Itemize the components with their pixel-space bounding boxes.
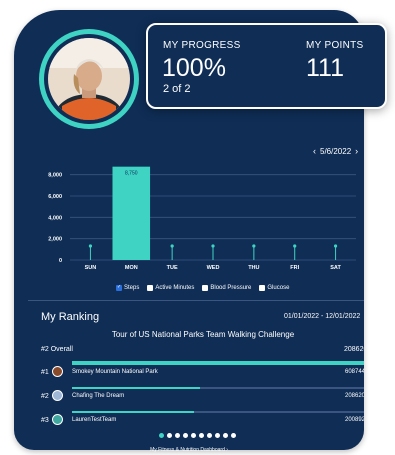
bar-point bbox=[333, 244, 338, 248]
y-tick-label: 8,000 bbox=[48, 173, 62, 179]
team-progress-track bbox=[72, 387, 364, 389]
progress-sub: 2 of 2 bbox=[163, 83, 191, 95]
legend-checkbox[interactable] bbox=[116, 284, 122, 291]
ranking-date-range: 01/01/2022 - 12/01/2022 bbox=[284, 313, 361, 320]
pager-dot[interactable] bbox=[223, 433, 228, 438]
bar-point bbox=[293, 244, 297, 248]
legend-checkbox[interactable] bbox=[202, 285, 209, 291]
next-date-button[interactable]: › bbox=[355, 146, 358, 156]
x-tick-label: SUN bbox=[85, 265, 97, 271]
user-photo-icon bbox=[48, 38, 130, 120]
date-navigator: ‹ 5/6/2022 › bbox=[313, 146, 358, 156]
y-tick-label: 2,000 bbox=[48, 237, 62, 243]
team-name: Chafing The Dream bbox=[72, 393, 125, 399]
team-avatar-icon bbox=[52, 366, 63, 377]
x-tick-label: WED bbox=[207, 265, 220, 271]
progress-value: 100% bbox=[162, 54, 226, 82]
team-rank: #2 bbox=[41, 393, 49, 400]
challenge-name[interactable]: Tour of US National Parks Team Walking C… bbox=[28, 330, 364, 339]
progress-label: MY PROGRESS bbox=[163, 40, 241, 51]
steps-bar-chart: 0 2,000 4,000 6,000 8,000 SUN 8,750 MON TUE WED TH… bbox=[48, 166, 356, 271]
team-value: 200892 bbox=[345, 417, 364, 423]
pager-dot[interactable] bbox=[183, 433, 188, 438]
points-label: MY POINTS bbox=[306, 40, 364, 51]
team-row[interactable]: #3 LaurenTestTeam 200892 bbox=[41, 411, 364, 430]
team-avatar-icon bbox=[52, 390, 63, 401]
team-rank: #3 bbox=[41, 417, 49, 424]
pager-dot[interactable] bbox=[191, 433, 196, 438]
divider bbox=[28, 300, 364, 301]
team-value: 208620 bbox=[345, 393, 364, 399]
team-name: Smokey Mountain National Park bbox=[72, 369, 158, 375]
pager-dot[interactable] bbox=[231, 433, 236, 438]
avatar-ring bbox=[39, 29, 139, 129]
legend-item[interactable]: Glucose bbox=[259, 285, 289, 291]
x-tick-label: TUE bbox=[167, 265, 178, 271]
team-row[interactable]: #2 Chafing The Dream 208620 bbox=[41, 387, 364, 406]
overall-value: 208620 bbox=[344, 346, 364, 353]
legend-item[interactable]: Blood Pressure bbox=[202, 285, 251, 291]
team-name: LaurenTestTeam bbox=[72, 417, 117, 423]
ranking-title: My Ranking bbox=[41, 311, 100, 323]
team-rank: #1 bbox=[41, 369, 49, 376]
team-avatar-icon bbox=[52, 414, 63, 425]
progress-summary: MY PROGRESS 100% 2 of 2 MY POINTS 111 bbox=[146, 23, 387, 109]
x-tick-label: THU bbox=[248, 265, 259, 271]
x-tick-label: MON bbox=[125, 265, 138, 271]
team-progress-track bbox=[72, 411, 364, 413]
legend-checkbox[interactable] bbox=[259, 285, 266, 291]
pager-dot[interactable] bbox=[199, 433, 204, 438]
bar-point bbox=[252, 244, 256, 248]
x-tick-label: FRI bbox=[290, 265, 299, 271]
legend-checkbox[interactable] bbox=[147, 285, 154, 291]
overall-rank: #2 Overall bbox=[41, 346, 73, 353]
pager-dot[interactable] bbox=[159, 433, 164, 438]
x-tick-label: SAT bbox=[330, 265, 341, 271]
pager-dot[interactable] bbox=[215, 433, 220, 438]
avatar[interactable] bbox=[48, 38, 130, 120]
dashboard-link[interactable]: My Fitness & Nutrition Dashboard › bbox=[14, 447, 364, 453]
legend-label: Blood Pressure bbox=[210, 285, 252, 291]
team-value: 608744 bbox=[345, 369, 364, 375]
team-progress-fill bbox=[72, 411, 194, 413]
team-progress-fill bbox=[72, 387, 200, 389]
team-row[interactable]: #1 Smokey Mountain National Park 608744 bbox=[41, 363, 364, 382]
y-tick-label: 6,000 bbox=[48, 194, 62, 200]
y-tick-label: 4,000 bbox=[48, 215, 62, 221]
legend-item[interactable]: Steps bbox=[116, 284, 140, 291]
carousel-pager bbox=[159, 433, 236, 438]
y-tick-label: 0 bbox=[59, 258, 62, 264]
legend-label: Glucose bbox=[267, 285, 290, 291]
bar-data-label: 8,750 bbox=[125, 171, 138, 177]
points-value: 111 bbox=[306, 54, 345, 82]
legend-item[interactable]: Active Minutes bbox=[147, 285, 194, 291]
team-progress-fill bbox=[72, 363, 364, 365]
team-progress-track bbox=[72, 363, 364, 365]
bar-point bbox=[211, 244, 215, 248]
bar bbox=[112, 166, 151, 260]
prev-date-button[interactable]: ‹ bbox=[313, 146, 316, 156]
legend-label: Steps bbox=[124, 285, 140, 291]
pager-dot[interactable] bbox=[167, 433, 172, 438]
current-date: 5/6/2022 bbox=[320, 146, 352, 156]
pager-dot[interactable] bbox=[175, 433, 180, 438]
chart-legend: Steps Active Minutes Blood Pressure Glucose bbox=[116, 284, 289, 291]
legend-label: Active Minutes bbox=[155, 285, 195, 291]
bar-point bbox=[170, 244, 174, 248]
bar-point bbox=[88, 244, 93, 248]
pager-dot[interactable] bbox=[207, 433, 212, 438]
